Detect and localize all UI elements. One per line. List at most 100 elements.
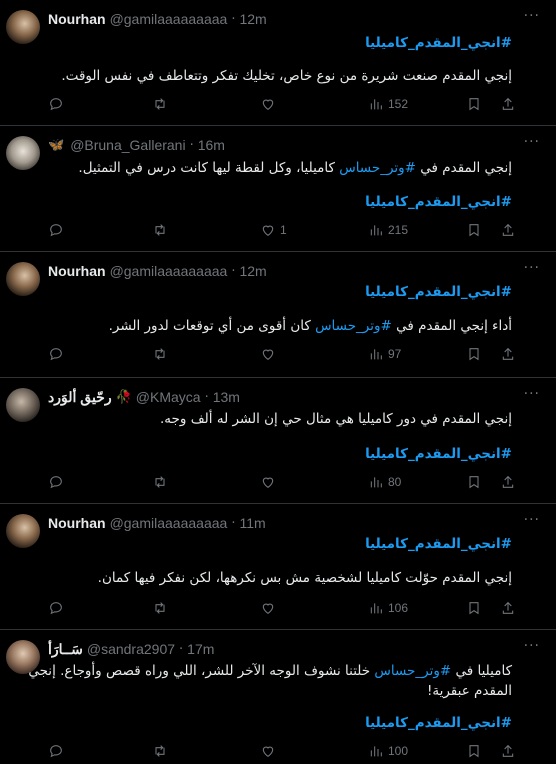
hashtag-link[interactable]: #وتر_حساس (315, 318, 392, 334)
retweet-icon[interactable] (152, 222, 168, 238)
views-icon[interactable]: 215 (368, 222, 408, 238)
reply-icon[interactable] (48, 96, 64, 112)
heart-icon[interactable] (260, 743, 280, 759)
tweet[interactable]: Nourhan @gamilaaaaaaaaa · 11m ··· #انجي_… (0, 504, 556, 630)
tweet-header: 🦋 @Bruna_Gallerani · 16m (48, 135, 546, 155)
user-handle[interactable]: @gamilaaaaaaaaa (110, 515, 228, 531)
display-name[interactable]: Nourhan (48, 11, 106, 27)
more-icon[interactable]: ··· (524, 134, 540, 150)
share-icon[interactable] (500, 346, 516, 362)
view-count: 106 (388, 601, 409, 615)
tweet-text-part: كاميليا في (451, 663, 512, 679)
bookmark-icon[interactable] (466, 222, 482, 238)
tweet-header: Nourhan @gamilaaaaaaaaa · 12m (48, 9, 546, 29)
share-icon[interactable] (500, 222, 516, 238)
views-icon[interactable]: 152 (368, 96, 408, 112)
avatar[interactable] (6, 262, 40, 296)
user-handle[interactable]: @gamilaaaaaaaaa (110, 11, 228, 27)
bookmark-icon[interactable] (466, 743, 482, 759)
separator-dot: · (204, 389, 209, 405)
hashtag-link[interactable]: #انجي_المقدم_كاميليا (365, 713, 512, 733)
hashtag-link[interactable]: #وتر_حساس (339, 160, 416, 176)
retweet-icon[interactable] (152, 743, 168, 759)
display-name[interactable]: رحّيق ألوَرد (48, 389, 112, 406)
tweet[interactable]: Nourhan @gamilaaaaaaaaa · 12m ··· #انجي_… (0, 252, 556, 378)
bookmark-icon[interactable] (466, 346, 482, 362)
retweet-icon[interactable] (152, 346, 168, 362)
avatar[interactable] (6, 10, 40, 44)
more-icon[interactable]: ··· (524, 386, 540, 402)
tweet-text-part: كان أقوى من أي توقعات لدور الشر. (108, 318, 316, 334)
timestamp[interactable]: 12m (239, 263, 266, 279)
avatar[interactable] (6, 514, 40, 548)
more-icon[interactable]: ··· (524, 512, 540, 528)
hashtag-link[interactable]: #انجي_المقدم_كاميليا (365, 33, 512, 53)
timestamp[interactable]: 17m (187, 641, 214, 657)
like-count: 1 (280, 223, 287, 237)
user-handle[interactable]: @gamilaaaaaaaaa (110, 263, 228, 279)
tweet-text: إنجي المقدم في #وتر_حساس كاميليا، وكل لق… (78, 158, 512, 178)
more-icon[interactable]: ··· (524, 260, 540, 276)
heart-icon[interactable]: 1 (260, 222, 287, 238)
hashtag-link[interactable]: #انجي_المقدم_كاميليا (365, 444, 512, 464)
display-name[interactable]: Nourhan (48, 263, 106, 279)
reply-icon[interactable] (48, 346, 64, 362)
more-icon[interactable]: ··· (524, 638, 540, 654)
separator-dot: · (231, 11, 236, 27)
heart-icon[interactable] (260, 96, 280, 112)
view-count: 100 (388, 744, 409, 758)
display-name[interactable]: Nourhan (48, 515, 106, 531)
timestamp[interactable]: 11m (239, 515, 265, 531)
hashtag-link[interactable]: #انجي_المقدم_كاميليا (365, 534, 512, 554)
tweet[interactable]: سَــارَأ @sandra2907 · 17m ··· كاميليا ف… (0, 630, 556, 764)
reply-icon[interactable] (48, 222, 64, 238)
reply-icon[interactable] (48, 743, 64, 759)
hashtag-link[interactable]: #انجي_المقدم_كاميليا (365, 192, 512, 212)
tweet-text: إنجي المقدم حوّلت كاميليا لشخصية مش بس ن… (97, 570, 512, 586)
hashtag-link[interactable]: #انجي_المقدم_كاميليا (365, 282, 512, 302)
retweet-icon[interactable] (152, 474, 168, 490)
tweet-header: Nourhan @gamilaaaaaaaaa · 12m (48, 261, 546, 281)
view-count: 97 (388, 347, 402, 361)
retweet-icon[interactable] (152, 96, 168, 112)
heart-icon[interactable] (260, 474, 280, 490)
retweet-icon[interactable] (152, 600, 168, 616)
reply-icon[interactable] (48, 600, 64, 616)
view-count: 80 (388, 475, 402, 489)
timestamp[interactable]: 16m (198, 137, 225, 153)
views-icon[interactable]: 100 (368, 743, 408, 759)
reply-icon[interactable] (48, 474, 64, 490)
share-icon[interactable] (500, 743, 516, 759)
more-icon[interactable]: ··· (524, 8, 540, 24)
bookmark-icon[interactable] (466, 96, 482, 112)
tweet-header: سَــارَأ @sandra2907 · 17m (48, 639, 546, 659)
user-handle[interactable]: @Bruna_Gallerani (70, 137, 185, 153)
timestamp[interactable]: 12m (239, 11, 266, 27)
bookmark-icon[interactable] (466, 474, 482, 490)
butterfly-emoji: 🦋 (48, 137, 65, 153)
bookmark-icon[interactable] (466, 600, 482, 616)
tweet[interactable]: 🦋 @Bruna_Gallerani · 16m ··· إنجي المقدم… (0, 126, 556, 252)
avatar[interactable] (6, 388, 40, 422)
tweet[interactable]: Nourhan @gamilaaaaaaaaa · 12m ··· #انجي_… (0, 0, 556, 126)
tweet[interactable]: رحّيق ألوَرد 🥀 @KMayca · 13m ··· إنجي ال… (0, 378, 556, 504)
avatar[interactable] (6, 136, 40, 170)
share-icon[interactable] (500, 474, 516, 490)
share-icon[interactable] (500, 600, 516, 616)
views-icon[interactable]: 80 (368, 474, 401, 490)
rose-emoji: 🥀 (115, 389, 132, 405)
hashtag-link[interactable]: #وتر_حساس (374, 663, 451, 679)
tweet-text-continued: المقدم عبقرية! (426, 683, 512, 699)
display-name[interactable]: سَــارَأ (48, 641, 83, 658)
share-icon[interactable] (500, 96, 516, 112)
timestamp[interactable]: 13m (213, 389, 240, 405)
tweet-actions: 97 (48, 344, 518, 364)
views-icon[interactable]: 106 (368, 600, 408, 616)
heart-icon[interactable] (260, 346, 280, 362)
heart-icon[interactable] (260, 600, 280, 616)
tweet-text-part: خلتنا نشوف الوجه الآخر للشر، اللي وراه ق… (28, 663, 375, 679)
views-icon[interactable]: 97 (368, 346, 401, 362)
tweet-header: رحّيق ألوَرد 🥀 @KMayca · 13m (48, 387, 546, 407)
user-handle[interactable]: @KMayca (136, 389, 201, 405)
user-handle[interactable]: @sandra2907 (87, 641, 175, 657)
